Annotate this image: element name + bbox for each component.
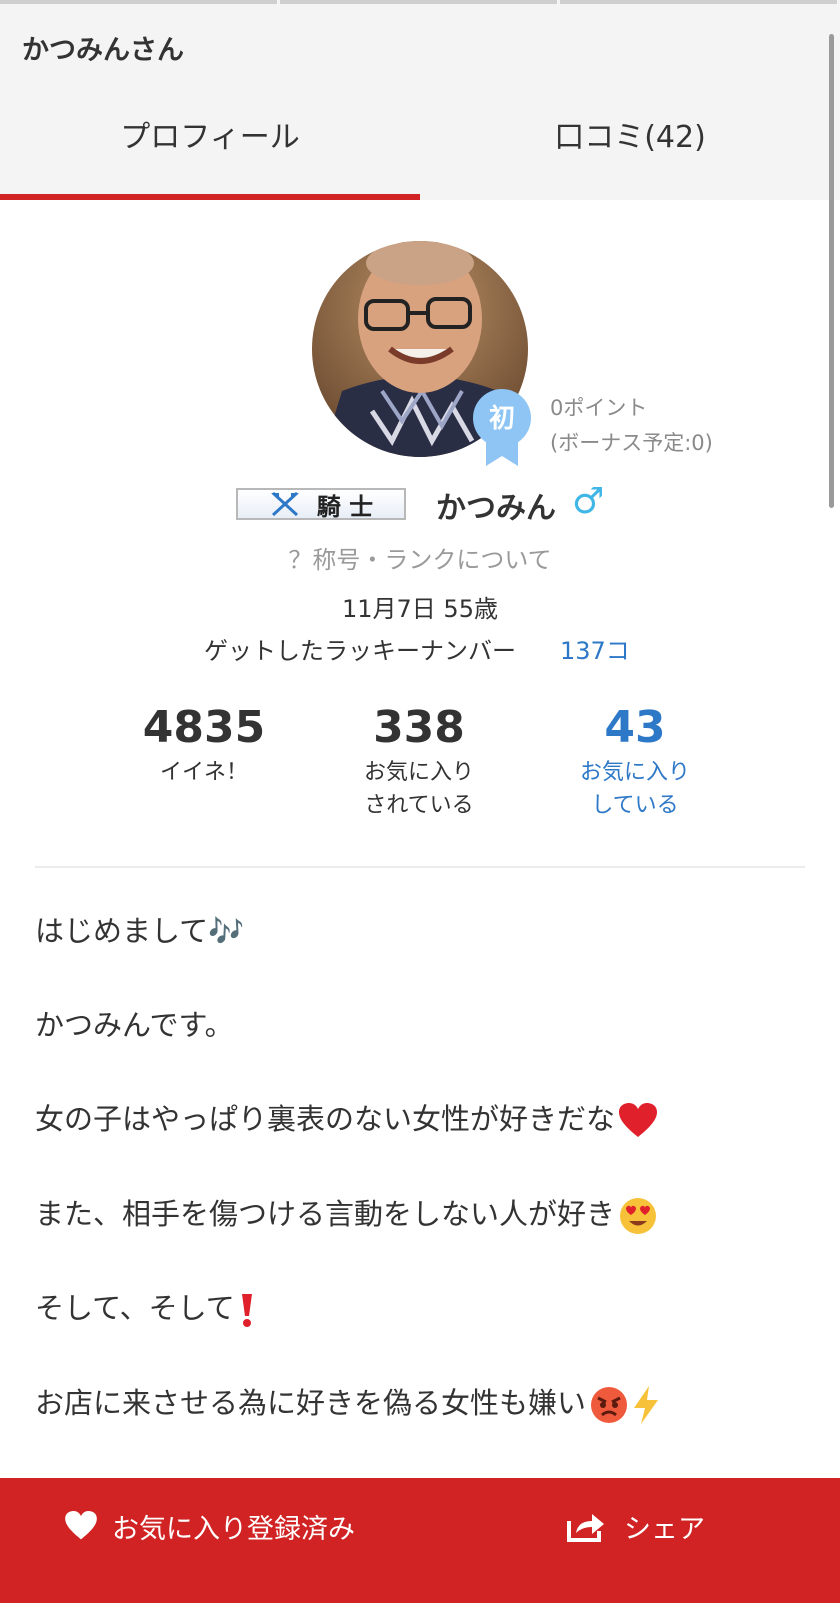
beginner-badge-icon: 初 <box>472 388 532 466</box>
scrollbar[interactable] <box>829 34 834 508</box>
lucky-number-label: ゲットしたラッキーナンバー <box>204 637 516 665</box>
user-name-row: 騎 士 かつみん ♂ <box>0 481 840 527</box>
share-button-label: シェア <box>624 1513 705 1545</box>
divider <box>35 866 805 868</box>
intro-line: 女の子はやっぱり裏表のない女性が好きだな <box>35 1096 658 1139</box>
points-value: 0ポイント <box>550 396 648 420</box>
birthday-age: 11月7日 55歳 <box>342 595 498 623</box>
intro-line: また、相手を傷つける言動をしない人が好き <box>35 1191 657 1235</box>
bottom-action-bar: お気に入り登録済み シェア <box>0 1478 840 1603</box>
points-info: 0ポイント (ボーナス予定:0) <box>550 391 713 461</box>
favorite-button-label: お気に入り登録済み <box>112 1513 355 1545</box>
heart-eyes-face-icon <box>620 1198 657 1234</box>
rank-title: 騎 士 <box>316 492 374 521</box>
favorite-button[interactable]: お気に入り登録済み <box>64 1506 355 1546</box>
male-icon: ♂ <box>572 481 605 522</box>
likes-label: イイネ！ <box>159 760 248 785</box>
intro-text: また、相手を傷つける言動をしない人が好き <box>35 1197 616 1231</box>
page-title: かつみんさん <box>22 35 184 66</box>
share-icon <box>567 1514 604 1542</box>
bonus-value: (ボーナス予定:0) <box>550 431 713 455</box>
intro-line: そして、そして <box>35 1285 255 1327</box>
lightning-icon <box>634 1386 659 1424</box>
favorited-by-label: お気に入り されている <box>363 760 474 818</box>
rank-title-badge: 騎 士 <box>236 488 406 521</box>
likes-count: 4835 <box>142 702 266 753</box>
top-strip <box>0 0 840 4</box>
favoriting-label: お気に入り している <box>579 760 690 818</box>
favoriting-count: 43 <box>604 702 666 753</box>
tab-profile-label: プロフィール <box>120 120 300 155</box>
crossed-axes-icon <box>270 491 299 517</box>
red-heart-icon <box>619 1103 658 1137</box>
active-tab-indicator <box>0 194 420 200</box>
heart-icon <box>65 1511 97 1540</box>
stat-likes: 4835 イイネ！ <box>94 700 314 789</box>
nickname: かつみん <box>436 491 556 526</box>
intro-text: そして、そして <box>35 1291 235 1325</box>
page-header: かつみんさん プロフィール 口コミ(42) <box>0 0 840 200</box>
angry-face-icon <box>591 1387 628 1423</box>
intro-line: はじめまして🎶 <box>35 908 244 950</box>
share-button[interactable]: シェア <box>566 1506 705 1546</box>
tab-reviews[interactable]: 口コミ(42) <box>420 112 840 200</box>
tab-reviews-label: 口コミ(42) <box>554 120 706 155</box>
intro-text: 女の子はやっぱり裏表のない女性が好きだな <box>35 1102 616 1136</box>
badge-label: 初 <box>488 404 515 434</box>
lucky-number-count[interactable]: 137コ <box>560 631 630 666</box>
intro-line: お店に来させる為に好きを偽る女性も嫌い <box>35 1380 660 1424</box>
exclamation-mark-icon <box>241 1294 252 1327</box>
rank-help-link[interactable]: ？称号・ランクについて <box>0 540 840 575</box>
intro-line: かつみんです。 <box>35 1002 234 1044</box>
stat-favoriting[interactable]: 43 お気に入り している <box>525 700 745 822</box>
favorited-by-count: 338 <box>373 702 465 753</box>
tab-profile[interactable]: プロフィール <box>0 112 420 200</box>
intro-text: かつみんです。 <box>35 1008 234 1042</box>
stat-favorited-by: 338 お気に入り されている <box>309 700 529 822</box>
intro-text: お店に来させる為に好きを偽る女性も嫌い <box>35 1386 587 1420</box>
intro-text: はじめまして🎶 <box>35 914 245 948</box>
tab-bar: プロフィール 口コミ(42) <box>0 112 840 200</box>
